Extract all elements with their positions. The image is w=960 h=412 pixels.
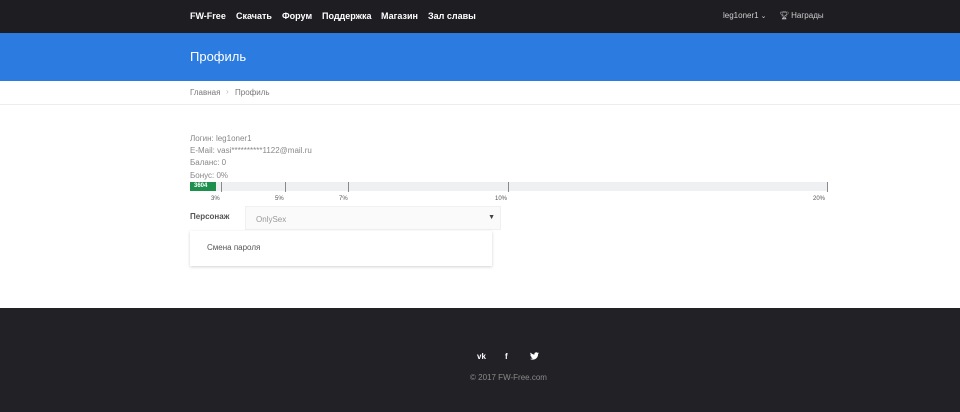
change-password-link[interactable]: Смена пароля: [207, 243, 260, 252]
top-navbar: FW-Free Скачать Форум Поддержка Магазин …: [0, 0, 960, 33]
progress-tick: [348, 182, 349, 192]
progress-tick-label: 7%: [339, 196, 348, 202]
progress-tick: [221, 182, 222, 192]
nav-forum[interactable]: Форум: [282, 11, 312, 21]
progress-tick-label: 10%: [495, 196, 508, 202]
character-label: Персонаж: [190, 212, 230, 221]
nav-support[interactable]: Поддержка: [322, 11, 372, 21]
page-banner: Профиль: [0, 33, 960, 81]
bonus-progress-value: 3604: [194, 183, 208, 189]
progress-tick: [827, 182, 828, 192]
character-select-value: OnlySex: [256, 215, 287, 224]
page-title: Профиль: [190, 49, 247, 64]
brand-logo[interactable]: FW-Free: [190, 11, 226, 21]
nav-hall-of-fame[interactable]: Зал славы: [428, 11, 476, 21]
change-password-card[interactable]: Смена пароля: [190, 231, 492, 266]
twitter-bird-glyph: [530, 352, 539, 360]
profile-login: Логин: leg1oner1: [190, 134, 252, 143]
progress-tick-label: 20%: [813, 196, 826, 202]
username: leg1oner1: [723, 11, 759, 20]
profile-bonus: Бонус: 0%: [190, 171, 229, 180]
bonus-progress-fill: 3604: [190, 182, 216, 191]
breadcrumb-separator-icon: ›: [226, 87, 229, 96]
facebook-icon[interactable]: f: [505, 352, 508, 361]
progress-tick: [285, 182, 286, 192]
awards-link[interactable]: 🏆︎ Награды: [779, 11, 824, 20]
progress-tick: [508, 182, 509, 192]
caret-down-icon: ▼: [488, 214, 495, 221]
profile-email: E-Mail: vasi**********1122@mail.ru: [190, 146, 312, 155]
vk-icon[interactable]: vk: [477, 352, 486, 361]
breadcrumb-current: Профиль: [235, 88, 270, 97]
breadcrumb-home[interactable]: Главная: [190, 88, 220, 97]
character-select[interactable]: OnlySex ▼: [245, 206, 501, 230]
progress-tick-label: 3%: [211, 196, 220, 202]
trophy-icon: 🏆︎: [779, 11, 790, 20]
copyright: © 2017 FW-Free.com: [470, 373, 547, 382]
twitter-icon[interactable]: [530, 352, 539, 362]
nav-download[interactable]: Скачать: [236, 11, 272, 21]
breadcrumb: Главная › Профиль: [0, 81, 960, 105]
user-menu[interactable]: leg1oner1 ⌄: [723, 11, 766, 20]
profile-balance: Баланс: 0: [190, 158, 227, 167]
nav-shop[interactable]: Магазин: [381, 11, 418, 21]
footer: vk f © 2017 FW-Free.com: [0, 308, 960, 412]
chevron-down-icon: ⌄: [760, 13, 767, 20]
progress-tick-label: 5%: [275, 196, 284, 202]
awards-label: Награды: [791, 11, 824, 20]
